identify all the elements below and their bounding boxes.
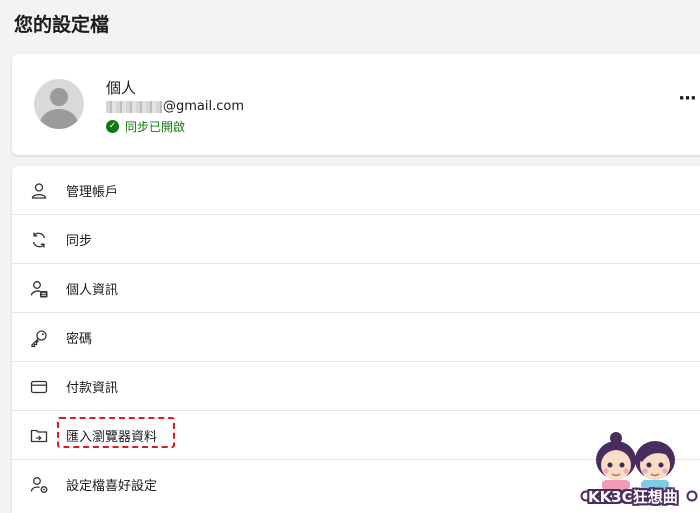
profile-settings-icon — [30, 477, 48, 493]
avatar[interactable] — [34, 79, 84, 129]
more-options-button[interactable]: ··· — [676, 90, 698, 112]
check-circle-icon: ✓ — [106, 120, 119, 133]
watermark-logo: KK3C狂想曲 — [580, 428, 698, 510]
credit-card-icon — [30, 380, 48, 394]
import-folder-icon — [30, 429, 48, 443]
menu-item-label: 管理帳戶 — [66, 184, 119, 200]
email-redaction — [106, 100, 162, 113]
menu-item-label: 付款資訊 — [66, 380, 119, 396]
sync-icon — [32, 232, 46, 248]
personal-info-icon — [30, 281, 48, 298]
menu-item-payment-info[interactable]: 付款資訊 — [12, 362, 700, 411]
menu-item-label: 個人資訊 — [66, 282, 119, 298]
watermark-text: KK3C狂想曲 — [588, 488, 678, 506]
menu-item-sync[interactable]: 同步 — [12, 215, 700, 264]
menu-item-label: 同步 — [66, 233, 93, 249]
profile-name: 個人 — [106, 79, 137, 97]
menu-item-label: 密碼 — [66, 331, 93, 347]
sync-status: ✓ 同步已開啟 — [106, 118, 185, 135]
highlight-annotation — [57, 417, 175, 448]
menu-item-personal-info[interactable]: 個人資訊 — [12, 264, 700, 313]
menu-item-label: 設定檔喜好設定 — [66, 479, 158, 494]
profile-card: 個人 @gmail.com ✓ 同步已開啟 ··· — [12, 54, 700, 155]
more-horizontal-icon: ··· — [678, 88, 696, 109]
person-icon — [31, 183, 47, 199]
menu-item-manage-account[interactable]: 管理帳戶 — [12, 166, 700, 215]
key-icon — [31, 330, 47, 348]
menu-item-password[interactable]: 密碼 — [12, 313, 700, 362]
page-title: 您的設定檔 — [14, 14, 110, 36]
email-domain: @gmail.com — [163, 99, 245, 114]
sync-status-label: 同步已開啟 — [125, 120, 186, 134]
profile-email: @gmail.com — [106, 99, 244, 114]
